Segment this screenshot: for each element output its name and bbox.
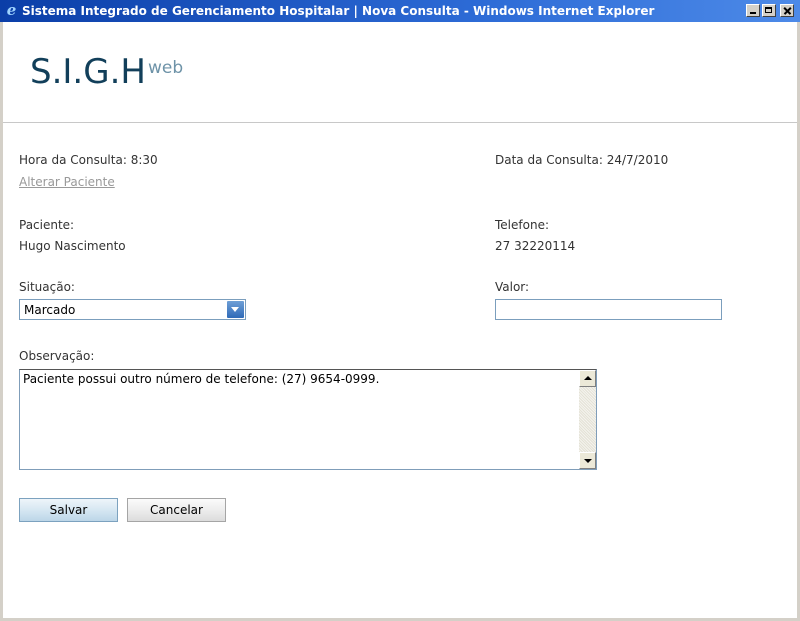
data-value: 24/7/2010 xyxy=(606,153,669,167)
valor-label: Valor: xyxy=(495,280,530,294)
data-label: Data da Consulta: xyxy=(495,153,603,167)
logo-sup-text: web xyxy=(148,58,184,78)
textarea-scrollbar[interactable] xyxy=(579,370,596,469)
maximize-button[interactable] xyxy=(762,4,776,17)
cancel-button[interactable]: Cancelar xyxy=(127,498,226,522)
window-title-bar[interactable]: e Sistema Integrado de Gerenciamento Hos… xyxy=(0,0,800,22)
window-frame xyxy=(0,22,800,621)
chevron-down-icon[interactable] xyxy=(227,301,244,318)
observacao-text: Paciente possui outro número de telefone… xyxy=(23,372,380,386)
situacao-selected-value: Marcado xyxy=(24,303,76,317)
paciente-value: Hugo Nascimento xyxy=(19,239,126,253)
ie-icon: e xyxy=(6,1,17,19)
scroll-up-icon[interactable] xyxy=(579,370,596,387)
hora-label: Hora da Consulta: xyxy=(19,153,127,167)
header-divider xyxy=(3,122,797,123)
data-consulta: Data da Consulta: 24/7/2010 xyxy=(495,153,668,167)
sigh-logo: S.I.G.H web xyxy=(30,52,183,92)
observacao-label: Observação: xyxy=(19,349,95,363)
hora-consulta: Hora da Consulta: 8:30 xyxy=(19,153,158,167)
save-button[interactable]: Salvar xyxy=(19,498,118,522)
minimize-button[interactable] xyxy=(746,4,760,17)
scroll-down-icon[interactable] xyxy=(579,452,596,469)
situacao-select[interactable]: Marcado xyxy=(19,299,246,320)
telefone-value: 27 32220114 xyxy=(495,239,576,253)
telefone-label: Telefone: xyxy=(495,218,549,232)
paciente-label: Paciente: xyxy=(19,218,75,232)
hora-value: 8:30 xyxy=(130,153,158,167)
scroll-track[interactable] xyxy=(579,387,596,452)
alterar-paciente-link[interactable]: Alterar Paciente xyxy=(19,175,115,189)
window-title: Sistema Integrado de Gerenciamento Hospi… xyxy=(22,4,655,18)
close-button[interactable] xyxy=(780,4,794,17)
observacao-textarea[interactable]: Paciente possui outro número de telefone… xyxy=(19,369,597,470)
logo-main-text: S.I.G.H xyxy=(30,52,146,92)
situacao-label: Situação: xyxy=(19,280,75,294)
valor-input[interactable] xyxy=(495,299,722,320)
